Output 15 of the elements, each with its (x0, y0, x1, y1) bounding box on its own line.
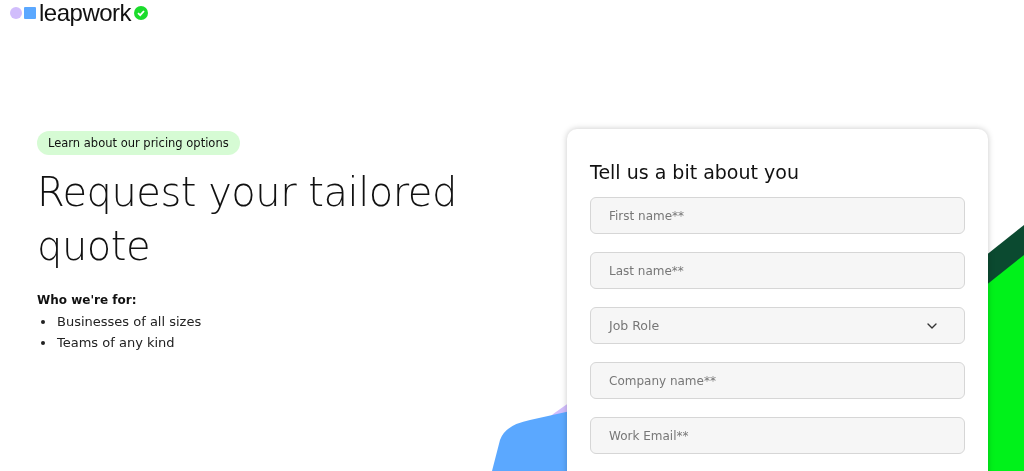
bullet-icon (41, 319, 45, 324)
input-field[interactable]: Company name** (590, 362, 965, 399)
form-title: Tell us a bit about you (590, 161, 800, 183)
dropdown-field[interactable]: Job Role (590, 307, 965, 344)
audience-label: Who we're for: (37, 293, 138, 307)
audience-item: Teams of any kind (57, 334, 175, 352)
logo-shapes-icon (10, 6, 36, 20)
audience-item: Businesses of all sizes (57, 313, 202, 331)
input-field[interactable]: Work Email** (590, 417, 965, 454)
bullet-icon (41, 340, 45, 345)
pricing-badge[interactable]: Learn about our pricing options (37, 131, 240, 155)
input-field[interactable]: First name** (590, 197, 965, 234)
page-title: Request your tailored quote (37, 168, 458, 271)
input-field[interactable]: Last name** (590, 252, 965, 289)
check-icon (134, 6, 149, 20)
